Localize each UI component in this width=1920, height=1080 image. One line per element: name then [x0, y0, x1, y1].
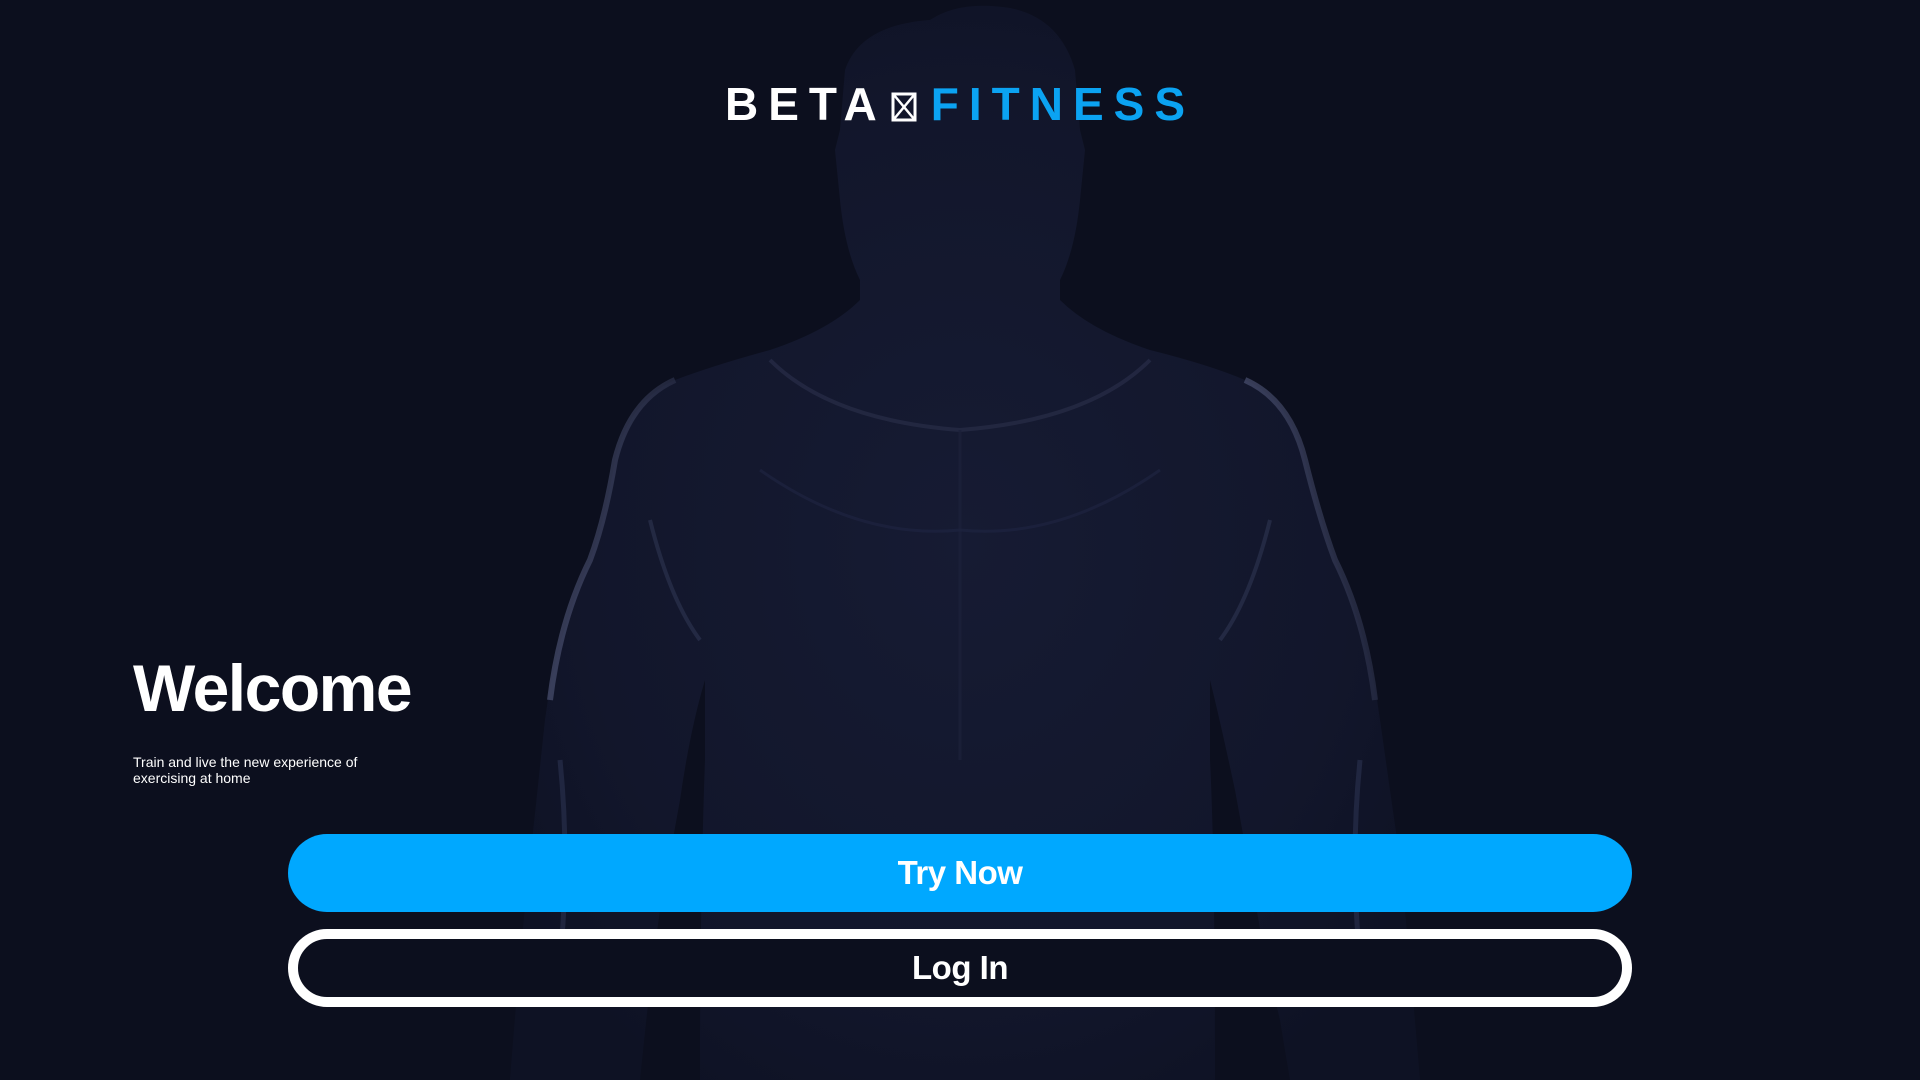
log-in-label: Log In — [912, 949, 1008, 986]
welcome-subtitle: Train and live the new experience of exe… — [133, 754, 358, 786]
logo-text-beta: BETA — [724, 78, 887, 130]
hero-figure-image — [510, 5, 1420, 1080]
brand-logo: BETA FITNESS — [0, 76, 1920, 132]
x-box-icon — [891, 92, 917, 122]
logo-text-fitness: FITNESS — [930, 78, 1196, 130]
welcome-screen: BETA FITNESS Welcome Train and live the … — [0, 0, 1920, 1080]
log-in-button[interactable]: Log In — [288, 929, 1632, 1007]
try-now-button[interactable]: Try Now — [288, 834, 1632, 912]
welcome-title: Welcome — [133, 651, 413, 725]
try-now-label: Try Now — [897, 854, 1023, 891]
